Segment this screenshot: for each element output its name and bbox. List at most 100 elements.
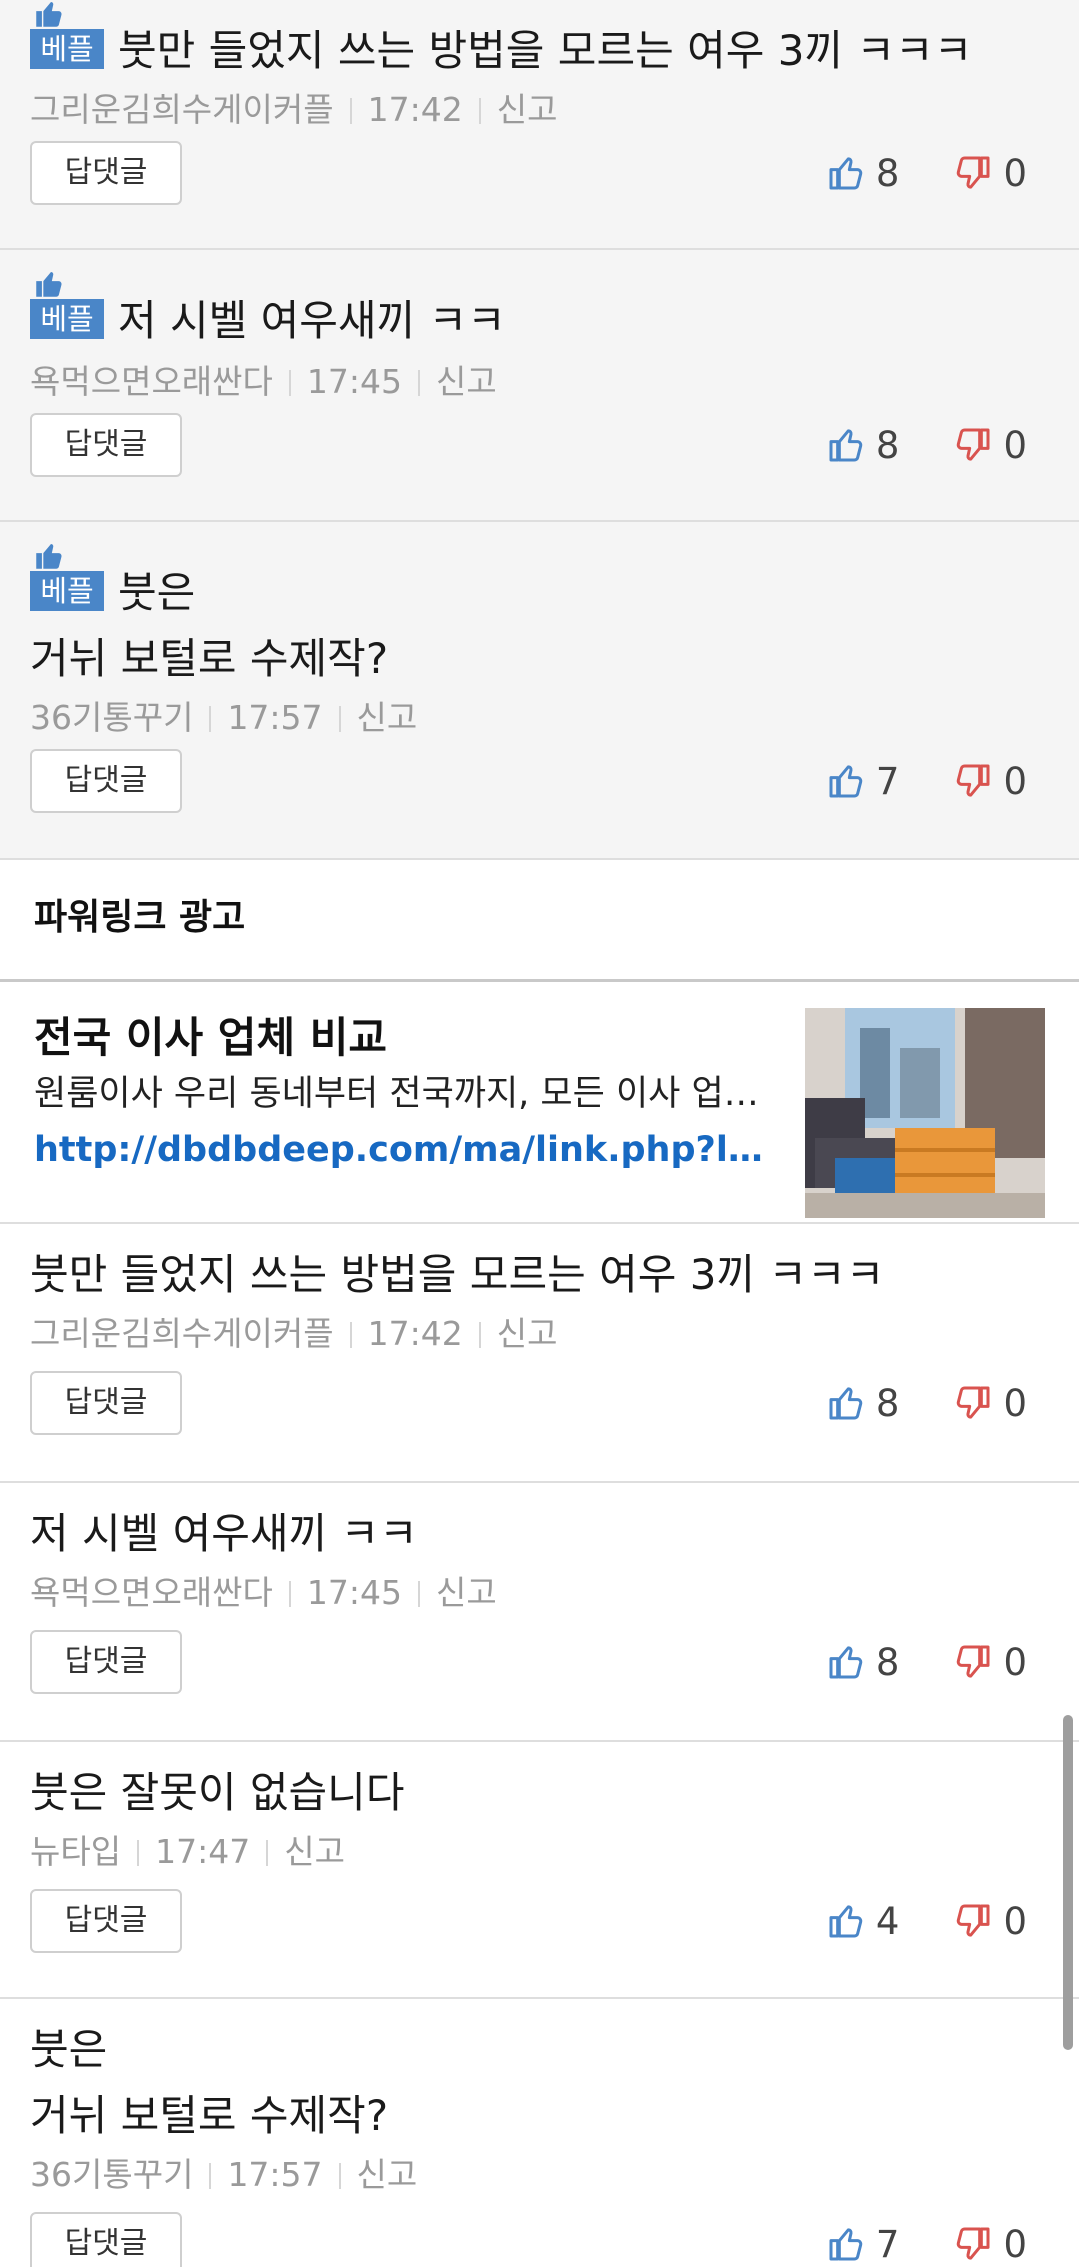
thumbs-up-icon: [829, 429, 863, 462]
thumbs-up-icon: [829, 765, 863, 798]
ad-link[interactable]: http://dbdbdeep.com/ma/link.php?ln=...: [34, 1122, 774, 1178]
comment-text: 붓은 잘못이 없습니다: [30, 1768, 405, 1817]
author-name[interactable]: 욕먹으면오래싼다: [30, 1573, 273, 1612]
report-link[interactable]: 신고: [357, 2155, 418, 2194]
comment-actions: 답댓글 8 0: [30, 412, 1027, 478]
dislike-count: 0: [1003, 2222, 1027, 2266]
meta-divider: [349, 1322, 352, 1348]
thumbs-up-icon: [829, 1387, 863, 1420]
author-name[interactable]: 욕먹으면오래싼다: [30, 362, 273, 401]
reply-button[interactable]: 답댓글: [30, 413, 182, 477]
comment-meta: 욕먹으면오래싼다 17:45 신고: [30, 360, 1027, 404]
dislike-count: 0: [1003, 759, 1027, 803]
ad-thumbnail-image[interactable]: [805, 1008, 1045, 1218]
like-button[interactable]: 8: [826, 424, 899, 467]
report-link[interactable]: 신고: [284, 1832, 345, 1871]
dislike-button[interactable]: 0: [953, 424, 1027, 467]
vote-group: 8 0: [772, 1382, 1027, 1425]
dislike-count: 0: [1003, 1899, 1027, 1943]
vote-group: 4 0: [772, 1900, 1027, 1943]
comment-time: 17:47: [155, 1832, 251, 1871]
reply-button[interactable]: 답댓글: [30, 1889, 182, 1953]
report-link[interactable]: 신고: [497, 90, 558, 129]
comment: 붓은 거뉘 보털로 수제작? 36기통꾸기 17:57 신고 답댓글 7 0: [0, 1999, 1079, 2267]
reply-button[interactable]: 답댓글: [30, 749, 182, 813]
comment-meta: 36기통꾸기 17:57 신고: [30, 2153, 1027, 2197]
thumbs-down-icon: [957, 2227, 990, 2260]
like-count: 8: [875, 1640, 900, 1684]
comment-time: 17:45: [306, 362, 402, 401]
reply-button[interactable]: 답댓글: [30, 1371, 182, 1435]
scrollbar-thumb[interactable]: [1063, 1715, 1073, 2050]
badge-label: 베플: [40, 302, 94, 336]
thumbs-down-icon: [957, 1904, 990, 1937]
comment-text: 베플 붓은: [30, 543, 1027, 626]
room-photo-image: [805, 1008, 1045, 1218]
badge-label: 베플: [40, 574, 94, 608]
comment-time: 17:45: [306, 1573, 402, 1612]
thumbs-up-icon: [829, 2228, 863, 2261]
comment-actions: 답댓글 8 0: [30, 140, 1027, 206]
like-count: 8: [875, 1381, 900, 1425]
meta-divider: [137, 1840, 140, 1866]
thumbs-down-icon: [957, 1386, 990, 1419]
dislike-button[interactable]: 0: [953, 1900, 1027, 1943]
like-count: 7: [875, 2222, 900, 2266]
dislike-button[interactable]: 0: [953, 1382, 1027, 1425]
best-badge: 베플: [30, 271, 104, 339]
dislike-count: 0: [1003, 1640, 1027, 1684]
like-button[interactable]: 4: [826, 1899, 900, 1943]
reply-button[interactable]: 답댓글: [30, 141, 182, 205]
like-button[interactable]: 8: [826, 1381, 900, 1425]
comment-meta: 그리운김희수게이커플 17:42 신고: [30, 88, 1027, 132]
meta-divider: [288, 1581, 291, 1607]
meta-divider: [478, 1322, 481, 1348]
comment-time: 17:57: [227, 2155, 323, 2194]
like-button[interactable]: 7: [826, 2222, 900, 2266]
comment-line: 붓은: [118, 568, 196, 617]
comment-text: 거뉘 보털로 수제작?: [30, 2091, 389, 2140]
comment-text: 저 시벨 여우새끼 ㅋㅋ: [30, 1509, 418, 1558]
comment-text: 거뉘 보털로 수제작?: [30, 634, 389, 683]
ad-card[interactable]: 전국 이사 업체 비교 원룸이사 우리 동네부터 전국까지, 모든 이사 업체 …: [0, 982, 1079, 1224]
author-name[interactable]: 36기통꾸기: [30, 698, 193, 737]
comment-actions: 답댓글 8 0: [30, 1370, 1027, 1436]
comment-text: 붓만 들었지 쓰는 방법을 모르는 여우 3끼 ㅋㅋㅋ: [30, 1250, 885, 1299]
comment: 붓은 잘못이 없습니다 뉴타입 17:47 신고 답댓글 4 0: [0, 1742, 1079, 1999]
thumbs-up-icon: [829, 1905, 863, 1938]
like-count: 7: [875, 759, 900, 803]
badge-thumb-icon: [36, 1, 62, 27]
dislike-button[interactable]: 0: [953, 2223, 1027, 2266]
report-link[interactable]: 신고: [497, 1314, 558, 1353]
reply-button[interactable]: 답댓글: [30, 2212, 182, 2267]
dislike-button[interactable]: 0: [953, 760, 1027, 803]
dislike-count: 0: [1003, 151, 1027, 195]
reply-button[interactable]: 답댓글: [30, 1630, 182, 1694]
comment-meta: 뉴타입 17:47 신고: [30, 1830, 1027, 1874]
like-count: 4: [875, 1899, 900, 1943]
author-name[interactable]: 그리운김희수게이커플: [30, 1314, 334, 1353]
report-link[interactable]: 신고: [436, 1573, 497, 1612]
thumbs-down-icon: [957, 428, 990, 461]
meta-divider: [338, 706, 341, 732]
report-link[interactable]: 신고: [357, 698, 418, 737]
dislike-button[interactable]: 0: [953, 1641, 1027, 1684]
comment-text: 베플 붓만 들었지 쓰는 방법을 모르는 여우 3끼 ㅋㅋㅋ: [30, 1, 1027, 82]
badge-label: 베플: [40, 32, 94, 66]
author-name[interactable]: 뉴타입: [30, 1832, 121, 1871]
report-link[interactable]: 신고: [436, 362, 497, 401]
vote-group: 8 0: [772, 152, 1027, 195]
dislike-button[interactable]: 0: [953, 152, 1027, 195]
vote-group: 8 0: [772, 424, 1027, 467]
comment-page: 베플 붓만 들었지 쓰는 방법을 모르는 여우 3끼 ㅋㅋㅋ 그리운김희수게이커…: [0, 0, 1079, 2267]
like-button[interactable]: 8: [826, 152, 899, 195]
dislike-count: 0: [1003, 423, 1027, 467]
best-badge: 베플: [30, 1, 104, 69]
vote-group: 7 0: [772, 2223, 1027, 2266]
comment-line: 붓만 들었지 쓰는 방법을 모르는 여우 3끼 ㅋㅋㅋ: [118, 26, 973, 75]
author-name[interactable]: 36기통꾸기: [30, 2155, 193, 2194]
author-name[interactable]: 그리운김희수게이커플: [30, 90, 334, 129]
like-button[interactable]: 8: [826, 1640, 900, 1684]
vote-group: 7 0: [772, 760, 1027, 803]
like-button[interactable]: 7: [826, 759, 900, 803]
